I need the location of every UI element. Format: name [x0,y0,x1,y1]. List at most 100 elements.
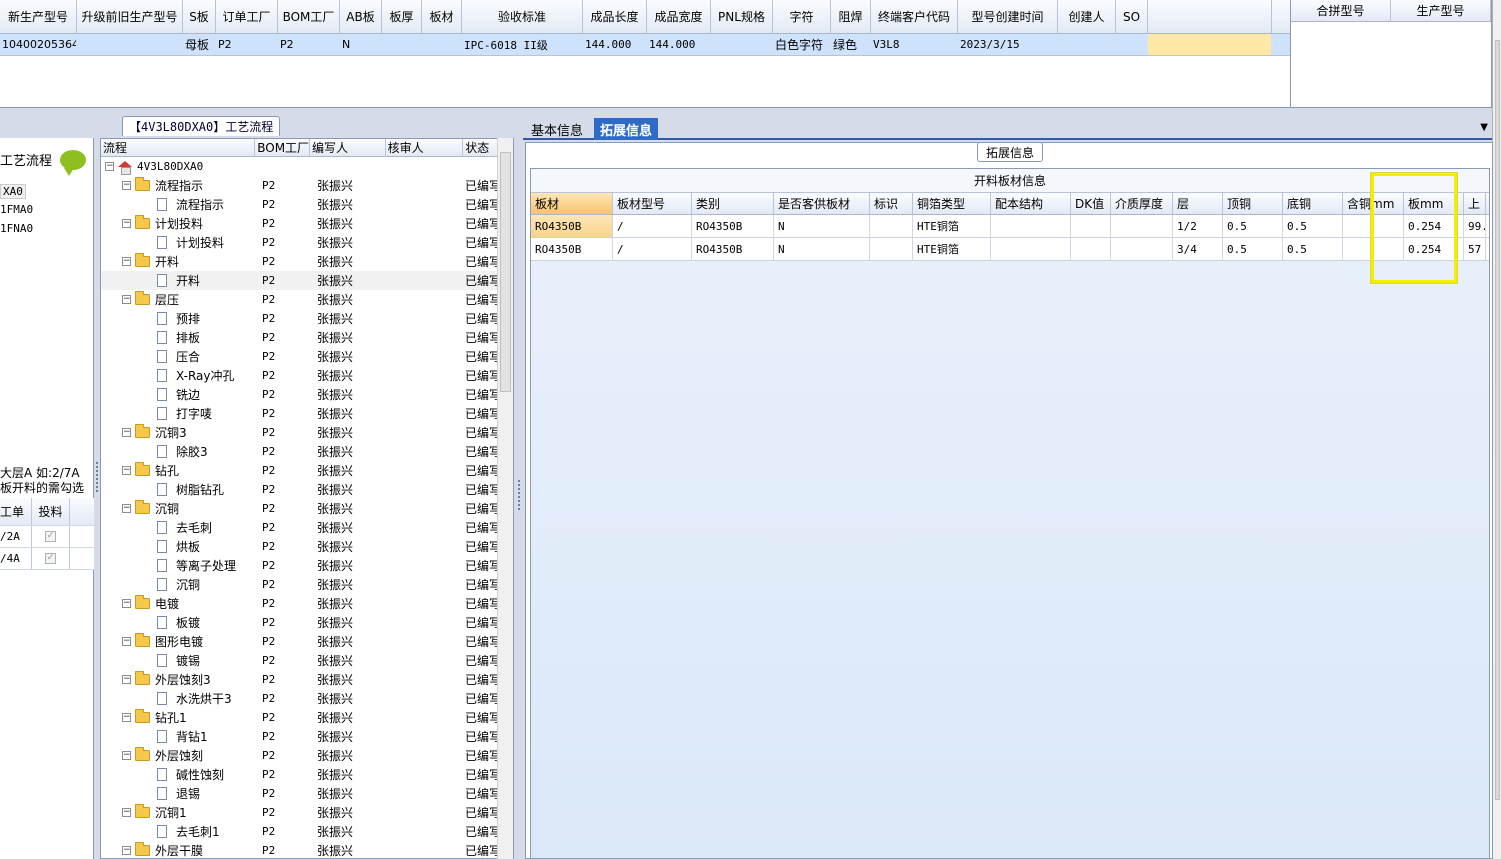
header-column[interactable]: 字符 [773,0,831,33]
grid-cell[interactable]: 144.000 [583,34,647,55]
tree-node[interactable]: 排板 P2 张振兴 已编写 [101,328,513,347]
header-column[interactable]: 板材 [422,0,462,33]
material-cell[interactable]: 0.5 [1283,215,1343,237]
collapse-icon[interactable]: − [122,428,131,437]
header-column[interactable]: 验收标准 [462,0,583,33]
material-cell[interactable]: / [613,215,692,237]
tree-scrollbar[interactable] [497,138,513,859]
tab-basic-info[interactable]: 基本信息 [525,118,589,140]
header-column[interactable]: 配本结构 [991,193,1071,214]
main-vertical-scrollbar[interactable] [1492,0,1501,859]
collapse-icon[interactable]: − [122,599,131,608]
header-production-model[interactable]: 生产型号 [1391,0,1491,21]
collapse-icon[interactable]: − [122,637,131,646]
tree-node[interactable]: 背钻1 P2 张振兴 已编写 [101,727,513,746]
header-column[interactable]: 介质厚度 [1111,193,1173,214]
material-cell[interactable]: N [774,215,870,237]
material-cell[interactable]: RO4350B [531,215,613,237]
material-cell[interactable] [991,238,1071,260]
tree-node[interactable]: 流程指示 P2 张振兴 已编写 [101,195,513,214]
tree-node[interactable]: − 开料 P2 张振兴 已编写 [101,252,513,271]
collapse-icon[interactable]: − [122,181,131,190]
header-column[interactable]: 板材型号 [613,193,692,214]
tree-node[interactable]: − 钻孔 P2 张振兴 已编写 [101,461,513,480]
tree-node[interactable]: 树脂钻孔 P2 张振兴 已编写 [101,480,513,499]
header-column[interactable]: 升级前旧生产型号 [77,0,183,33]
header-column[interactable]: 类别 [692,193,774,214]
grid-cell[interactable]: 母板 [183,34,216,55]
tree-node[interactable]: − 电镀 P2 张振兴 已编写 [101,594,513,613]
feed-checkbox[interactable]: ✓ [45,531,56,542]
collapse-icon[interactable]: − [122,808,131,817]
grid-cell[interactable]: 白色字符 [773,34,831,55]
grid-cell[interactable] [77,34,183,55]
header-feed[interactable]: 投料 [32,498,70,525]
tree-node[interactable]: X-Ray冲孔 P2 张振兴 已编写 [101,366,513,385]
flow-item[interactable]: 1FMA0 [0,203,33,216]
material-cell[interactable] [991,215,1071,237]
grid-cell[interactable] [1116,34,1148,55]
header-column[interactable]: 板材 [531,193,613,214]
material-cell[interactable] [1071,215,1111,237]
material-cell[interactable]: 0.5 [1223,238,1283,260]
material-cell[interactable]: RO4350B [692,215,774,237]
material-row[interactable]: RO4350B / RO4350B N HTE铜箔 3/4 0.5 0.5 0.254 57 [531,238,1489,261]
grid-cell[interactable]: N [340,34,382,55]
grid-cell[interactable] [711,34,773,55]
header-column[interactable]: 成品长度 [583,0,647,33]
yellow-cell[interactable] [1148,34,1272,55]
tree-node[interactable]: − 外层蚀刻3 P2 张振兴 已编写 [101,670,513,689]
tree-node[interactable]: 压合 P2 张振兴 已编写 [101,347,513,366]
material-cell[interactable]: 3/4 [1173,238,1223,260]
grid-cell[interactable] [1058,34,1116,55]
splitter-grip[interactable] [96,462,99,492]
material-cell[interactable] [870,238,913,260]
tree-node[interactable]: − 图形电镀 P2 张振兴 已编写 [101,632,513,651]
header-column[interactable]: DK值 [1071,193,1111,214]
material-cell[interactable]: N [774,238,870,260]
header-column[interactable]: 板厚 [382,0,422,33]
material-cell[interactable] [1111,238,1173,260]
collapse-icon[interactable]: − [122,295,131,304]
material-cell[interactable]: 99. [1464,215,1486,237]
material-cell[interactable]: 0.5 [1223,215,1283,237]
header-column[interactable]: 标识 [870,193,913,214]
collapse-icon[interactable]: − [105,162,114,171]
tree-node[interactable]: 等离子处理 P2 张振兴 已编写 [101,556,513,575]
header-flow[interactable]: 流程 [101,139,256,156]
tree-node[interactable]: 水洗烘干3 P2 张振兴 已编写 [101,689,513,708]
header-column[interactable]: SO [1116,0,1148,33]
collapse-icon[interactable]: − [122,466,131,475]
collapse-icon[interactable]: − [122,713,131,722]
grid-cell[interactable]: 2023/3/15 [958,34,1058,55]
header-bom-factory[interactable]: BOM工厂 [255,139,310,156]
horizontal-splitter[interactable] [0,108,1492,116]
tree-node[interactable]: 除胶3 P2 张振兴 已编写 [101,442,513,461]
splitter-grip[interactable] [518,480,521,510]
material-cell[interactable]: HTE铜箔 [913,238,991,260]
tree-node[interactable]: 去毛刺 P2 张振兴 已编写 [101,518,513,537]
grid-cell[interactable]: P2 [278,34,340,55]
tab-extended-info[interactable]: 拓展信息 [594,118,659,140]
tree-node[interactable]: 打字唛 P2 张振兴 已编写 [101,404,513,423]
tree-scrollbar-thumb[interactable] [500,152,511,392]
header-writer[interactable]: 编写人 [310,139,386,156]
material-cell[interactable]: / [613,238,692,260]
header-column[interactable]: 层 [1173,193,1223,214]
header-column[interactable]: BOM工厂 [278,0,340,33]
grid-cell[interactable]: IPC-6018 II级 [462,34,583,55]
material-cell[interactable] [870,215,913,237]
collapse-icon[interactable]: − [122,219,131,228]
header-column[interactable]: 型号创建时间 [958,0,1058,33]
tree-node[interactable]: − 沉铜1 P2 张振兴 已编写 [101,803,513,822]
tree-node[interactable]: 板镀 P2 张振兴 已编写 [101,613,513,632]
tree-node[interactable]: 沉铜 P2 张振兴 已编写 [101,575,513,594]
tree-node[interactable]: 镀锡 P2 张振兴 已编写 [101,651,513,670]
tree-node[interactable]: 计划投料 P2 张振兴 已编写 [101,233,513,252]
material-row[interactable]: RO4350B / RO4350B N HTE铜箔 1/2 0.5 0.5 0.254 99. [531,215,1489,238]
grid-cell[interactable]: 144.000 [647,34,711,55]
tree-node[interactable]: 铣边 P2 张振兴 已编写 [101,385,513,404]
tree-node[interactable]: − 沉铜3 P2 张振兴 已编写 [101,423,513,442]
tree-node[interactable]: − 外层蚀刻 P2 张振兴 已编写 [101,746,513,765]
header-column[interactable]: 是否客供板材 [774,193,870,214]
